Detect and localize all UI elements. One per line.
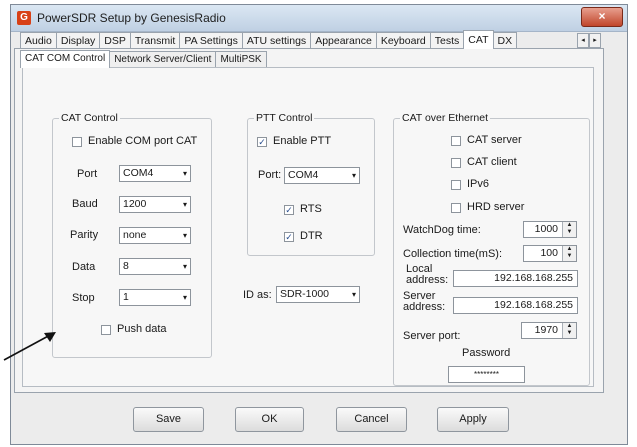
tab-cat[interactable]: CAT <box>463 30 494 49</box>
arrow-shaft <box>3 333 53 361</box>
subtab-cat-com-control[interactable]: CAT COM Control <box>20 50 111 68</box>
